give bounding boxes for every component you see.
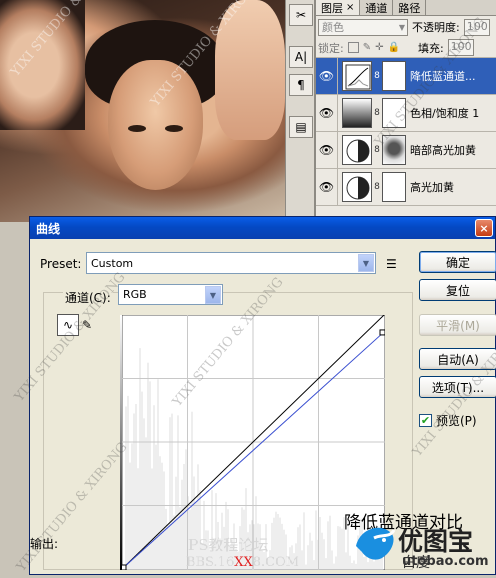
blend-mode-select[interactable]: 颜色 ▼	[318, 18, 408, 36]
dialog-titlebar[interactable]: 曲线 ×	[30, 217, 495, 239]
preview-label: 预览(P)	[436, 414, 477, 428]
panel-tool-strip: ✂ A| ¶ ▤	[285, 0, 315, 222]
lock-label: 锁定:	[318, 41, 344, 55]
layer-name: 降低蓝通道...	[410, 70, 476, 83]
chevron-down-icon[interactable]: ▼	[205, 286, 221, 304]
canvas-photo	[0, 0, 285, 222]
layer-mask-thumbnail[interactable]	[382, 61, 406, 91]
curve-control-point[interactable]	[379, 329, 386, 336]
forum-url-prefix: BBS.16	[186, 555, 235, 570]
layer-mask-thumbnail[interactable]	[382, 135, 406, 165]
reset-button[interactable]: 复位	[419, 279, 496, 301]
tab-channels[interactable]: 通道	[360, 0, 394, 15]
ok-button[interactable]: 确定	[419, 251, 496, 273]
forum-url-watermark: BBS.16XX8.COM	[186, 555, 299, 570]
fill-label: 填充:	[417, 41, 444, 55]
forum-url-suffix: 8.COM	[252, 555, 300, 570]
preset-options-icon[interactable]: ☰	[386, 257, 397, 271]
curve-point-tool-icon[interactable]: ∿	[57, 314, 79, 336]
preset-value: Custom	[91, 256, 134, 270]
close-icon[interactable]: ×	[346, 2, 354, 13]
chain-link-icon[interactable]: 8	[372, 108, 382, 118]
output-label: 输出:	[30, 537, 59, 551]
character-icon[interactable]: A|	[289, 46, 313, 68]
forum-watermark: PS教程论坛	[188, 536, 269, 554]
layer-row[interactable]: 👁 8 高光加黄	[316, 169, 496, 206]
chain-link-icon[interactable]: 8	[372, 182, 382, 192]
preset-select[interactable]: Custom ▼	[86, 252, 376, 274]
site-name: 优图宝	[398, 527, 474, 556]
dialog-title: 曲线	[36, 221, 61, 236]
lock-transparency-icon[interactable]	[347, 42, 359, 53]
layer-mask-thumbnail[interactable]	[382, 98, 406, 128]
chain-link-icon[interactable]: 8	[372, 71, 382, 81]
smooth-button: 平滑(M)	[419, 314, 496, 336]
blend-row: 颜色 ▼ 不透明度: 100	[316, 16, 496, 38]
layers-tabs: 图层 × 通道 路径	[316, 0, 496, 16]
layer-row[interactable]: 👁 8 降低蓝通道...	[316, 58, 496, 95]
chevron-down-icon[interactable]: ▼	[358, 254, 374, 272]
tab-layers-label: 图层	[321, 1, 343, 15]
layer-name: 暗部高光加黄	[410, 144, 476, 157]
layer-mask-thumbnail[interactable]	[382, 172, 406, 202]
layers-panel: 图层 × 通道 路径 颜色 ▼ 不透明度: 100 锁定: ✎ ✛ 🔒 填充: …	[315, 0, 496, 222]
channel-label: 通道(C):	[63, 289, 113, 306]
eye-icon[interactable]: 👁	[316, 132, 338, 168]
hue-saturation-icon	[342, 98, 372, 128]
photo-face	[108, 60, 203, 190]
options-button[interactable]: 选项(T)...	[419, 376, 496, 398]
layer-name: 色相/饱和度 1	[410, 107, 480, 120]
blend-mode-value: 颜色	[322, 21, 344, 34]
lock-move-icon[interactable]: ✛	[375, 42, 383, 53]
eye-icon[interactable]: 👁	[316, 95, 338, 131]
photo-person-left	[0, 0, 85, 130]
layer-row[interactable]: 👁 8 色相/饱和度 1	[316, 95, 496, 132]
opacity-input[interactable]: 100	[463, 18, 490, 36]
site-logo: 优图宝 utobao.com	[352, 508, 496, 575]
eye-icon[interactable]: 👁	[316, 169, 338, 205]
chain-link-icon[interactable]: 8	[372, 145, 382, 155]
tab-paths-label: 路径	[398, 1, 421, 15]
levels-adjustment-icon	[342, 135, 372, 165]
channel-value: RGB	[123, 288, 147, 301]
site-url: utobao.com	[402, 554, 489, 569]
notes-icon[interactable]: ▤	[289, 116, 313, 138]
forum-url-highlight: XX	[234, 555, 253, 570]
preview-checkbox[interactable]: ✔	[419, 414, 432, 427]
dialog-close-button[interactable]: ×	[475, 219, 493, 237]
preview-toggle[interactable]: ✔ 预览(P)	[419, 412, 477, 429]
lock-row: 锁定: ✎ ✛ 🔒 填充: 100	[316, 38, 496, 58]
tools-icon[interactable]: ✂	[289, 4, 313, 26]
curves-adjustment-icon	[342, 61, 372, 91]
lock-all-icon[interactable]: 🔒	[388, 42, 400, 53]
auto-button[interactable]: 自动(A)	[419, 348, 496, 370]
fill-input[interactable]: 100	[447, 39, 474, 56]
eye-icon[interactable]: 👁	[316, 58, 338, 94]
layer-name: 高光加黄	[410, 181, 454, 194]
tab-layers[interactable]: 图层 ×	[316, 0, 361, 15]
paragraph-icon[interactable]: ¶	[289, 74, 313, 96]
pencil-icon[interactable]: ✎	[82, 318, 92, 332]
tab-paths[interactable]: 路径	[393, 0, 427, 15]
photo-eye-left	[128, 125, 146, 132]
curve-control-point[interactable]	[120, 564, 127, 571]
photo-eye-right	[165, 125, 183, 132]
layer-row[interactable]: 👁 8 暗部高光加黄	[316, 132, 496, 169]
tab-channels-label: 通道	[365, 1, 388, 15]
channel-select[interactable]: RGB ▼	[118, 284, 223, 305]
lock-brush-icon[interactable]: ✎	[363, 42, 371, 53]
photo-hand	[215, 0, 285, 140]
opacity-label: 不透明度:	[412, 21, 460, 34]
preset-label: Preset:	[40, 257, 82, 271]
chevron-down-icon: ▼	[398, 22, 405, 32]
levels-adjustment-icon	[342, 172, 372, 202]
